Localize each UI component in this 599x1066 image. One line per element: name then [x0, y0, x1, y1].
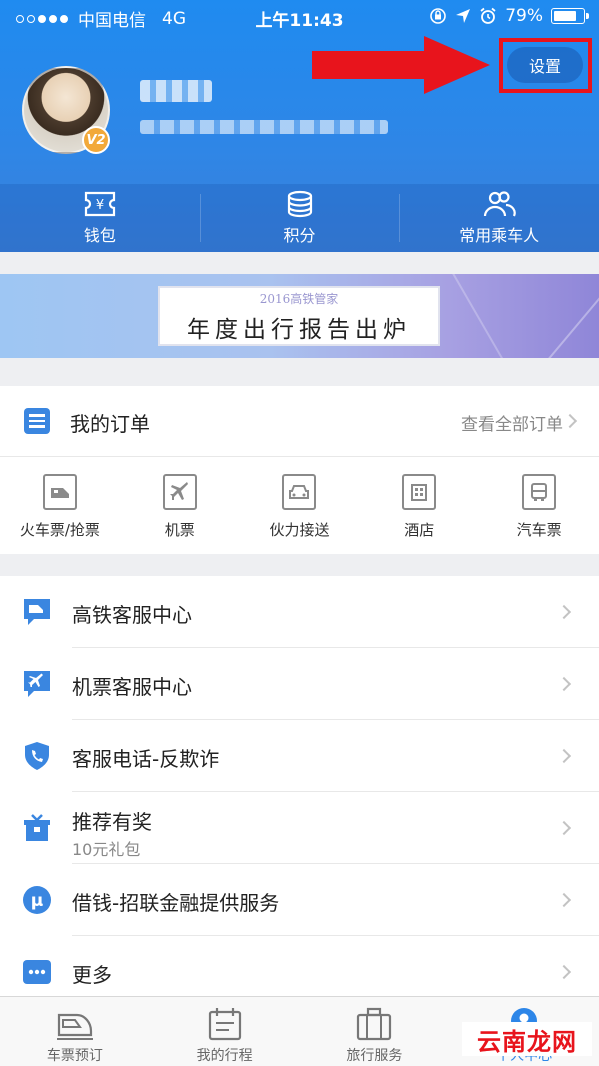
alarm-icon: [480, 7, 496, 24]
order-category-flight[interactable]: 机票: [120, 458, 240, 554]
train-ticket-icon: [42, 474, 77, 510]
bus-ticket-icon: [522, 474, 557, 510]
banner-subtitle: 2016高铁管家: [259, 292, 339, 306]
tab-travel-services[interactable]: 旅行服务: [300, 997, 450, 1066]
menu-item-label: 机票客服中心: [72, 675, 192, 699]
location-arrow-icon: [456, 9, 471, 23]
tab-label: 我的行程: [196, 1048, 253, 1064]
watermark-text-part1: 云南: [477, 1027, 527, 1056]
order-category-label: 火车票/抢票: [19, 521, 100, 539]
more-dots-icon: [23, 960, 51, 984]
quick-item-wallet[interactable]: ¥ 钱包: [0, 184, 200, 252]
tab-ticket-booking[interactable]: 车票预订: [0, 997, 150, 1066]
tab-my-trips[interactable]: 我的行程: [150, 997, 300, 1066]
chevron-right-icon: [562, 413, 578, 429]
order-category-label: 机票: [164, 521, 195, 539]
order-category-hotel[interactable]: 酒店: [359, 458, 479, 554]
profile-header: 中国电信 4G 上午11:43 79% V2 设置 ¥ 钱包 积分 常用乘车人: [0, 0, 599, 252]
chevron-right-icon: [556, 892, 572, 908]
order-category-train[interactable]: 火车票/抢票: [0, 458, 120, 554]
tab-label: 旅行服务: [346, 1048, 403, 1064]
order-category-label: 伙力接送: [269, 521, 330, 539]
coins-stack-icon: [287, 190, 312, 218]
watermark-text-part2: 龙网: [527, 1027, 577, 1056]
order-category-label: 酒店: [404, 521, 435, 539]
battery-icon: [551, 8, 589, 24]
blurred-username: [140, 80, 212, 102]
chevron-right-icon: [556, 964, 572, 980]
rotation-lock-icon: [430, 8, 447, 24]
orders-section: 我的订单 查看全部订单 火车票/抢票 机票 伙力接送 酒店 汽车票: [0, 386, 599, 554]
quick-item-label: 钱包: [83, 226, 116, 245]
menu-item-label: 高铁客服中心: [72, 603, 192, 627]
svg-text:¥: ¥: [96, 198, 104, 213]
menu-item-anti-fraud[interactable]: 客服电话-反欺诈: [0, 720, 599, 792]
menu-item-train-service[interactable]: 高铁客服中心: [0, 576, 599, 648]
svg-text:μ: μ: [31, 891, 44, 911]
banner-card: 2016高铁管家 年度出行报告出炉: [158, 286, 440, 346]
menu-item-loan[interactable]: μ 借钱-招联金融提供服务: [0, 864, 599, 936]
app-screen: 中国电信 4G 上午11:43 79% V2 设置 ¥ 钱包 积分 常用乘车人 …: [0, 0, 599, 1066]
view-all-orders-link[interactable]: 查看全部订单: [461, 410, 563, 435]
menu-item-flight-service[interactable]: 机票客服中心: [0, 648, 599, 720]
suitcase-icon: [357, 1007, 392, 1041]
car-ticket-icon: [282, 474, 317, 510]
battery-percent: 79%: [505, 6, 543, 26]
mu-finance-icon: μ: [23, 886, 51, 914]
menu-item-sublabel: 10元礼包: [72, 840, 141, 859]
menu-item-referral[interactable]: 推荐有奖 10元礼包: [0, 792, 599, 864]
annotation-arrow-icon: [312, 36, 490, 94]
shield-phone-icon: [25, 742, 49, 770]
status-bar: 中国电信 4G 上午11:43 79%: [0, 0, 599, 32]
quick-actions-bar: ¥ 钱包 积分 常用乘车人: [0, 184, 599, 252]
passengers-icon: [484, 191, 516, 217]
chevron-right-icon: [556, 604, 572, 620]
train-chat-icon: [24, 599, 50, 625]
tab-label: 车票预订: [46, 1048, 103, 1064]
blurred-user-info: [140, 120, 388, 134]
orders-title: 我的订单: [70, 412, 150, 436]
vip-level-badge: V2: [82, 126, 110, 154]
quick-item-label: 常用乘车人: [459, 226, 540, 245]
order-category-pickup[interactable]: 伙力接送: [240, 458, 360, 554]
menu-item-label: 客服电话-反欺诈: [72, 747, 220, 771]
annual-report-banner[interactable]: 2016高铁管家 年度出行报告出炉: [0, 274, 599, 358]
orders-header[interactable]: 我的订单 查看全部订单: [0, 386, 599, 457]
menu-item-label: 借钱-招联金融提供服务: [72, 891, 280, 915]
quick-item-points[interactable]: 积分: [199, 184, 400, 252]
quick-item-label: 积分: [283, 226, 316, 245]
settings-button[interactable]: 设置: [507, 47, 583, 83]
calendar-icon: [208, 1008, 241, 1041]
quick-item-passengers[interactable]: 常用乘车人: [399, 184, 599, 252]
service-menu-list: 高铁客服中心 机票客服中心 客服电话-反欺诈 推荐有奖 10元礼包 μ 借钱-招…: [0, 576, 599, 996]
order-categories: 火车票/抢票 机票 伙力接送 酒店 汽车票: [0, 458, 599, 554]
gift-icon: [24, 814, 50, 841]
watermark-logo: 云南 龙网: [462, 1022, 592, 1056]
chevron-right-icon: [556, 676, 572, 692]
order-list-icon: [24, 408, 50, 434]
ticket-yuan-icon: ¥: [84, 191, 115, 217]
menu-item-label: 推荐有奖: [72, 810, 152, 834]
chevron-right-icon: [556, 748, 572, 764]
train-icon: [56, 1013, 93, 1040]
menu-item-label: 更多: [72, 963, 112, 987]
plane-ticket-icon: [162, 474, 197, 510]
order-category-bus[interactable]: 汽车票: [479, 458, 599, 554]
banner-title: 年度出行报告出炉: [187, 317, 411, 343]
hotel-ticket-icon: [402, 474, 437, 510]
chevron-right-icon: [556, 820, 572, 836]
plane-chat-icon: [24, 671, 50, 697]
order-category-label: 汽车票: [516, 521, 562, 539]
